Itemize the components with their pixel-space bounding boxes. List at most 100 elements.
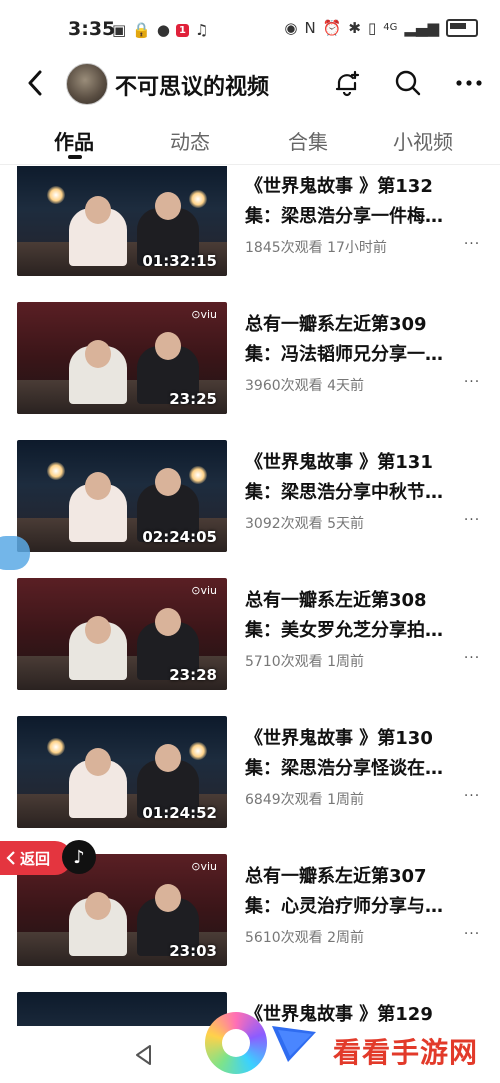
video-meta: 6849次观看 1周前 — [245, 789, 364, 809]
watermark-text: 看看手游网 — [333, 1036, 479, 1069]
eye-icon: ◉ — [284, 19, 298, 37]
return-label: 返回 — [20, 849, 51, 868]
video-duration: 02:24:05 — [142, 528, 217, 546]
video-title[interactable]: 《世界鬼故事 》第132 集：梁思浩分享一件梅… — [245, 172, 477, 232]
tab-collections[interactable]: 合集 — [288, 126, 328, 155]
video-item[interactable]: ⊙viu 23:25 总有一瓣系左近第309 集：冯法韬师兄分享一… 3960次观看 … — [0, 302, 500, 422]
more-menu-button[interactable] — [452, 66, 486, 100]
chevron-left-small-icon — [6, 851, 15, 865]
video-more-button[interactable]: ··· — [460, 236, 484, 256]
video-list: 01:32:15 《世界鬼故事 》第132 集：梁思浩分享一件梅… 1845次观看 … — [0, 166, 500, 1026]
view-count: 6849次观看 — [245, 792, 323, 808]
tab-short-videos[interactable]: 小视频 — [393, 126, 453, 155]
video-meta: 5710次观看 1周前 — [245, 651, 364, 671]
posted-time: 4天前 — [327, 378, 365, 394]
video-duration: 23:28 — [169, 666, 217, 684]
nfc-icon: N — [304, 19, 316, 37]
video-item[interactable]: 01:32:15 《世界鬼故事 》第132 集：梁思浩分享一件梅… 1845次观看 … — [0, 166, 500, 284]
profile-header: 不可思议的视频 — [0, 58, 500, 110]
lock-icon: 🔒 — [132, 21, 151, 39]
video-title[interactable]: 总有一瓣系左近第308 集：美女罗允芝分享拍… — [245, 586, 477, 646]
posted-time: 1周前 — [327, 654, 365, 670]
viu-logo: ⊙viu — [191, 584, 217, 597]
nav-back-icon[interactable] — [132, 1043, 156, 1067]
video-title[interactable]: 《世界鬼故事 》第130 集：梁思浩分享怪谈在… — [245, 724, 477, 784]
view-count: 3960次观看 — [245, 378, 323, 394]
follow-notify-button[interactable] — [330, 66, 364, 100]
video-meta: 5610次观看 2周前 — [245, 927, 364, 947]
tab-activity[interactable]: 动态 — [170, 126, 210, 155]
page-title: 不可思议的视频 — [115, 75, 270, 100]
video-thumbnail[interactable] — [17, 992, 227, 1026]
guest-head — [155, 884, 181, 912]
view-count: 5710次观看 — [245, 654, 323, 670]
posted-time: 17小时前 — [327, 240, 387, 256]
video-title[interactable]: 总有一瓣系左近第309 集：冯法韬师兄分享一… — [245, 310, 477, 370]
stage-light — [189, 466, 207, 484]
stage-light — [47, 462, 65, 480]
guest-head — [155, 192, 181, 220]
video-thumbnail[interactable]: 01:32:15 — [17, 166, 227, 276]
video-title[interactable]: 《世界鬼故事 》第131 集：梁思浩分享中秋节… — [245, 448, 477, 508]
host-head — [85, 748, 111, 776]
tab-works[interactable]: 作品 — [54, 126, 94, 155]
status-right-icons: ◉ N ⏰ ✱ ▯ 4G ▂▄▆ — [284, 18, 478, 38]
thumbnail-background — [17, 992, 227, 1026]
watermark-logo — [205, 1012, 267, 1074]
notification-badge: 1 — [175, 23, 189, 37]
stage-light — [189, 190, 207, 208]
viu-logo: ⊙viu — [191, 308, 217, 321]
video-more-button[interactable]: ··· — [460, 374, 484, 394]
video-thumbnail[interactable]: 02:24:05 — [17, 440, 227, 552]
video-thumbnail[interactable]: ⊙viu 23:28 — [17, 578, 227, 690]
video-duration: 01:24:52 — [142, 804, 217, 822]
message-icon: ● — [156, 21, 170, 39]
video-item[interactable]: 01:24:52 《世界鬼故事 》第130 集：梁思浩分享怪谈在… 6849次观看 … — [0, 716, 500, 836]
video-duration: 23:25 — [169, 390, 217, 408]
posted-time: 1周前 — [327, 792, 365, 808]
network-type: 4G — [383, 22, 398, 33]
video-meta: 1845次观看 17小时前 — [245, 237, 387, 257]
video-title[interactable]: 总有一瓣系左近第307 集：心灵治疗师分享与… — [245, 862, 477, 922]
stage-light — [47, 186, 65, 204]
more-icon — [456, 80, 482, 86]
video-item[interactable]: 02:24:05 《世界鬼故事 》第131 集：梁思浩分享中秋节… 3092次观看 … — [0, 440, 500, 560]
battery-icon — [446, 19, 478, 37]
back-button[interactable] — [20, 66, 50, 100]
status-time: 3:35 — [68, 18, 116, 40]
host-head — [85, 340, 111, 368]
host-head — [85, 472, 111, 500]
video-meta: 3960次观看 4天前 — [245, 375, 364, 395]
search-button[interactable] — [391, 66, 425, 100]
video-more-button[interactable]: ··· — [460, 512, 484, 532]
signal-icon: ▂▄▆ — [404, 19, 439, 37]
viu-logo: ⊙viu — [191, 860, 217, 873]
search-icon — [395, 70, 421, 96]
tab-indicator — [68, 155, 82, 159]
video-thumbnail[interactable]: 01:24:52 — [17, 716, 227, 828]
host-head — [85, 616, 111, 644]
vibrate-icon: ▯ — [368, 19, 377, 37]
avatar[interactable] — [66, 63, 108, 105]
video-item[interactable]: ⊙viu 23:28 总有一瓣系左近第308 集：美女罗允芝分享拍… 5710次观看 … — [0, 578, 500, 698]
guest-head — [155, 608, 181, 636]
chevron-left-icon — [28, 70, 42, 96]
video-duration: 23:03 — [169, 942, 217, 960]
view-count: 5610次观看 — [245, 930, 323, 946]
bell-plus-icon — [335, 70, 360, 97]
music-icon: ♫ — [194, 21, 209, 39]
video-more-button[interactable]: ··· — [460, 926, 484, 946]
video-meta: 3092次观看 5天前 — [245, 513, 364, 533]
tiktok-icon[interactable]: ♪ — [62, 840, 96, 874]
posted-time: 2周前 — [327, 930, 365, 946]
guest-head — [155, 468, 181, 496]
content-tabs: 作品 动态 合集 小视频 — [0, 112, 500, 165]
bluetooth-icon: ✱ — [348, 19, 361, 37]
watermark-arrow-icon — [272, 1026, 316, 1062]
video-more-button[interactable]: ··· — [460, 650, 484, 670]
scan-icon: ▣ — [112, 21, 127, 39]
video-thumbnail[interactable]: ⊙viu 23:25 — [17, 302, 227, 414]
floating-assist-button[interactable] — [0, 536, 30, 570]
video-duration: 01:32:15 — [142, 252, 217, 270]
video-more-button[interactable]: ··· — [460, 788, 484, 808]
